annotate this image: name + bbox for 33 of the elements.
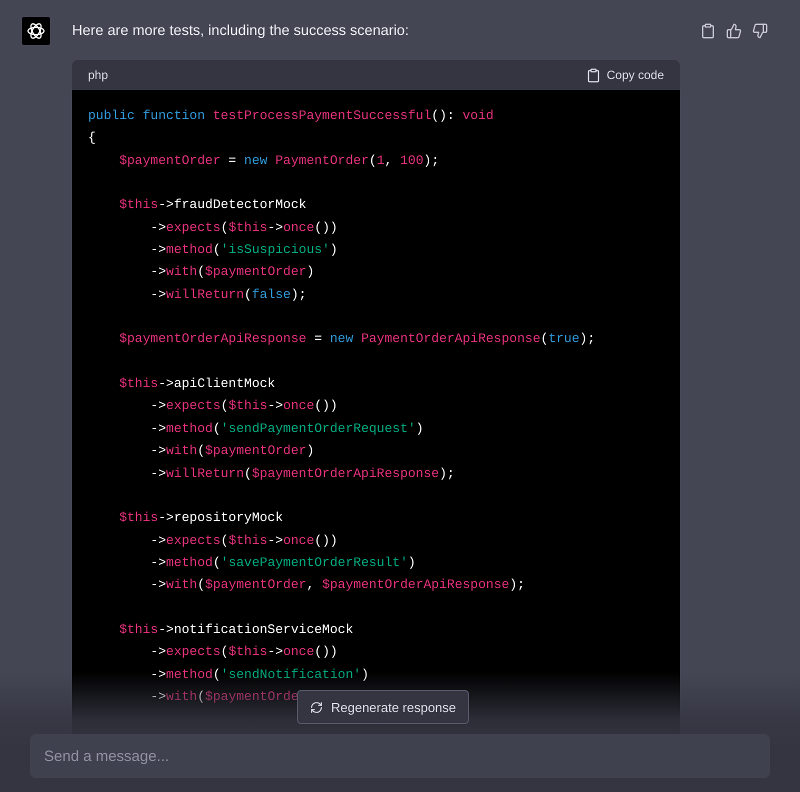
code-line: ->willReturn($paymentOrderApiResponse); xyxy=(149,464,455,482)
code-line: $this->repositoryMock xyxy=(118,509,284,528)
copy-code-button[interactable]: Copy code xyxy=(586,68,664,82)
message-input[interactable]: Send a message... xyxy=(30,734,770,778)
clipboard-icon xyxy=(586,68,601,82)
code-line: ->with($paymentOrder) xyxy=(149,442,314,460)
code-line: ->method('sendPaymentOrderRequest') xyxy=(149,420,424,438)
message-text: Here are more tests, including the success scenario: xyxy=(72,23,409,39)
code-language: php xyxy=(88,68,108,82)
code-line: ->method('isSuspicious') xyxy=(149,241,338,260)
code-line: $this->notificationServiceMock xyxy=(118,620,354,639)
knot-logo-icon xyxy=(26,21,46,41)
code-line: ->with($paymentOrde xyxy=(149,688,299,706)
regenerate-button[interactable]: Regenerate response xyxy=(296,690,470,724)
code-line: ->expects($this->once()) xyxy=(149,397,338,416)
refresh-icon xyxy=(310,700,323,714)
code-line: ->method('sendNotification') xyxy=(149,666,369,684)
thumbs-up-icon[interactable] xyxy=(726,23,742,39)
code-line: ->expects($this->once()) xyxy=(149,218,338,237)
code-line: ->expects($this->once()) xyxy=(149,532,338,550)
clipboard-icon[interactable] xyxy=(700,23,716,39)
code-line: public function testProcessPaymentSuccessful(): void xyxy=(88,107,494,125)
code-line: $this->fraudDetectorMock xyxy=(118,196,306,214)
code-line: ->with($paymentOrder) xyxy=(149,263,314,282)
code-line: ->with($paymentOrder, $paymentOrderApiResponse); xyxy=(149,576,525,594)
code-line: $paymentOrderApiResponse = new PaymentOrderApiResponse(true); xyxy=(118,330,596,348)
thumbs-down-icon[interactable] xyxy=(752,23,768,39)
code-line: $paymentOrder = new PaymentOrder(1, 100); xyxy=(118,152,440,170)
code-line: { xyxy=(88,129,96,148)
code-line: ->method('savePaymentOrderResult') xyxy=(149,554,416,572)
code-line: ->willReturn(false); xyxy=(149,286,306,304)
code-line: $this->apiClientMock xyxy=(118,375,276,394)
code-line: ->expects($this->once()) xyxy=(149,643,338,662)
